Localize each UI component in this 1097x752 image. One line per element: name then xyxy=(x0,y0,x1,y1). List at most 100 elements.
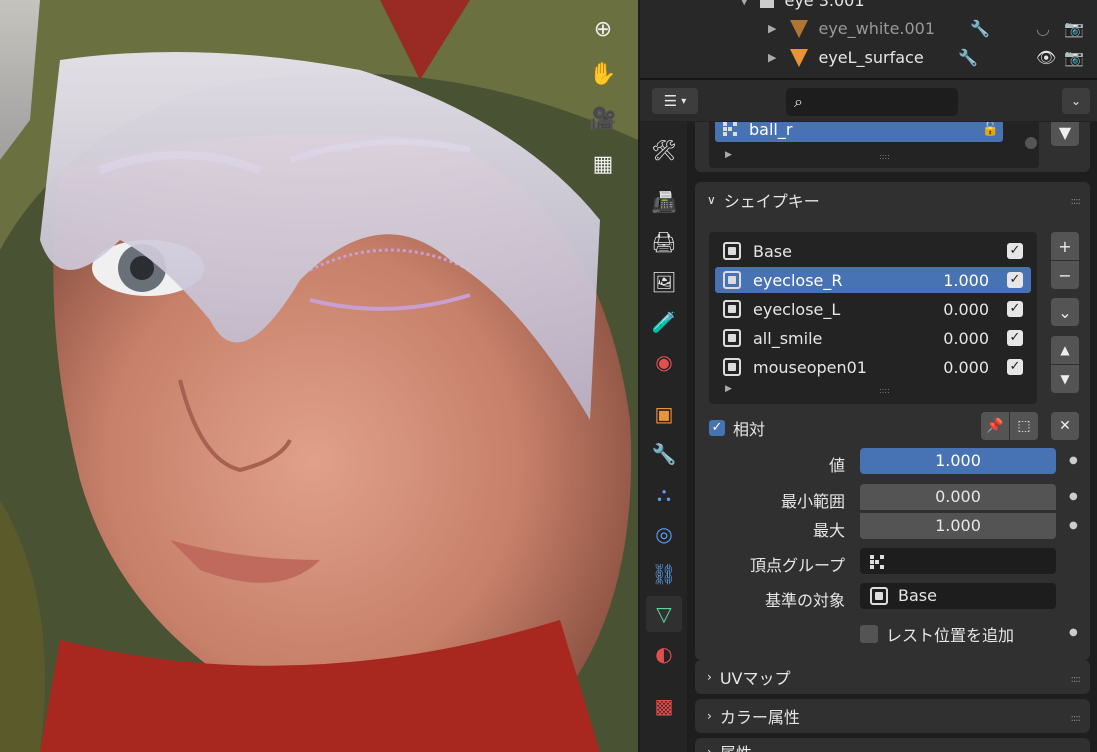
scroll-handle[interactable] xyxy=(1025,137,1037,149)
modifier-tab-icon[interactable]: 🔧 xyxy=(646,436,682,472)
add-rest-position-toggle[interactable]: レスト位置を追加 xyxy=(860,622,1014,646)
resize-grip-icon[interactable]: :::: xyxy=(879,152,890,161)
expand-triangle-icon[interactable]: ▶ xyxy=(725,150,732,160)
hidden-eye-icon[interactable]: ◡ xyxy=(1036,19,1050,38)
max-field[interactable]: 1.000 xyxy=(860,513,1056,539)
shape-key-checkbox[interactable]: ✓ xyxy=(1007,301,1023,317)
shape-key-value[interactable]: 0.000 xyxy=(943,329,989,348)
keyframe-dot-icon[interactable]: ● xyxy=(1069,491,1078,502)
zoom-icon[interactable]: ⊕ xyxy=(584,10,622,48)
shape-key-item-mouseopen01[interactable]: mouseopen01 0.000 ✓ xyxy=(715,354,1031,380)
3d-viewport[interactable]: ⊕ ✋ 🎥 ▦ xyxy=(0,0,638,752)
color-attributes-title: カラー属性 xyxy=(719,708,800,727)
shape-keys-panel: ∨ シェイプキー :::: Base ✓ eyeclose_R 1.000 ✓ … xyxy=(695,182,1090,660)
outliner[interactable]: ▼ eye 3.001 ▶ eye_white.001 🔧 ◡ 📷 ▶ eyeL… xyxy=(640,0,1097,80)
properties-tabs: 🛠 📠 🖨 🖼 🧪 ◉ ▣ 🔧 ⛬ ◎ ⛓ ▽ ◐ ▩ xyxy=(640,122,687,752)
shape-keys-header[interactable]: ∨ シェイプキー :::: xyxy=(695,182,1090,218)
add-shape-key-button[interactable]: + xyxy=(1051,232,1079,260)
vertex-group-item[interactable]: ball_r 🔓 xyxy=(715,122,1003,142)
relative-toggle[interactable]: ✓ 相対 xyxy=(709,416,765,440)
scene-tab-icon[interactable]: 🧪 xyxy=(646,304,682,340)
relative-to-field[interactable]: Base xyxy=(860,583,1056,609)
particles-tab-icon[interactable]: ⛬ xyxy=(646,476,682,512)
shape-key-item-eyeclose-l[interactable]: eyeclose_L 0.000 ✓ xyxy=(715,296,1031,322)
expand-triangle-icon[interactable]: ▶ xyxy=(768,22,776,35)
vertex-group-field[interactable] xyxy=(860,548,1056,574)
shape-key-checkbox[interactable]: ✓ xyxy=(1007,243,1023,259)
outliner-label: eye_white.001 xyxy=(818,19,936,38)
add-rest-position-checkbox[interactable] xyxy=(860,625,878,643)
clear-shape-keys-button[interactable]: ✕ xyxy=(1051,412,1079,440)
search-input[interactable]: ⌕ xyxy=(786,88,958,116)
color-attributes-header[interactable]: › カラー属性 :::: xyxy=(695,699,1090,733)
attributes-header[interactable]: › 属性 xyxy=(695,738,1090,752)
options-dropdown[interactable]: ⌄ xyxy=(1062,88,1090,114)
shape-key-checkbox[interactable]: ✓ xyxy=(1007,330,1023,346)
vertex-group-label: 頂点グループ xyxy=(749,556,845,575)
shape-key-specials-button[interactable]: ⌄ xyxy=(1051,298,1079,326)
shape-key-value[interactable]: 1.000 xyxy=(943,271,989,290)
world-tab-icon[interactable]: ◉ xyxy=(646,344,682,380)
view-layer-tab-icon[interactable]: 🖼 xyxy=(646,264,682,300)
uv-maps-header[interactable]: › UVマップ :::: xyxy=(695,660,1090,694)
grid-glyph: ▦ xyxy=(592,151,614,177)
search-icon: ⌕ xyxy=(794,92,803,111)
outliner-label: eyeL_surface xyxy=(818,48,924,67)
outliner-row[interactable]: ▶ eyeL_surface 🔧 👁 📷 xyxy=(640,43,1097,72)
shape-key-value[interactable]: 0.000 xyxy=(943,358,989,377)
render-tab-icon[interactable]: 📠 xyxy=(646,184,682,220)
relative-checkbox[interactable]: ✓ xyxy=(709,420,725,436)
move-up-button[interactable]: ▲ xyxy=(1051,336,1079,364)
drag-grip-icon[interactable]: :::: xyxy=(1071,713,1082,724)
object-icon xyxy=(760,0,775,8)
shape-key-checkbox[interactable]: ✓ xyxy=(1007,272,1023,288)
physics-tab-icon[interactable]: ◎ xyxy=(646,516,682,552)
min-range-field[interactable]: 0.000 xyxy=(860,484,1056,510)
shape-key-item-eyeclose-r[interactable]: eyeclose_R 1.000 ✓ xyxy=(715,267,1031,293)
relative-to-value: Base xyxy=(898,586,937,605)
camera-icon[interactable]: 🎥 xyxy=(584,100,622,138)
shape-key-item-all-smile[interactable]: all_smile 0.000 ✓ xyxy=(715,325,1031,351)
move-down-button[interactable]: ▼ xyxy=(1051,122,1079,146)
shape-key-checkbox[interactable]: ✓ xyxy=(1007,359,1023,375)
resize-grip-icon[interactable]: :::: xyxy=(879,386,890,395)
editor-type-button[interactable]: ☰ ▾ xyxy=(652,88,698,114)
edit-mode-icon[interactable]: ⬚ xyxy=(1010,412,1038,440)
expand-triangle-icon[interactable]: ▶ xyxy=(725,384,732,394)
data-tab-icon[interactable]: ▽ xyxy=(646,596,682,632)
output-tab-icon[interactable]: 🖨 xyxy=(646,224,682,260)
shape-key-value[interactable]: 0.000 xyxy=(943,300,989,319)
uv-maps-panel[interactable]: › UVマップ :::: xyxy=(695,660,1090,694)
texture-tab-icon[interactable]: ▩ xyxy=(646,688,682,724)
properties-header: ☰ ▾ ⌕ ⌄ xyxy=(640,80,1097,122)
render-camera-icon[interactable]: 📷 xyxy=(1064,19,1084,38)
outliner-row[interactable]: ▼ eye 3.001 xyxy=(640,0,1097,15)
hand-pan-icon[interactable]: ✋ xyxy=(584,55,622,93)
shape-key-list[interactable]: Base ✓ eyeclose_R 1.000 ✓ eyeclose_L 0.0… xyxy=(709,232,1037,404)
constraints-tab-icon[interactable]: ⛓ xyxy=(646,556,682,592)
shape-key-item-base[interactable]: Base ✓ xyxy=(715,238,1031,264)
collapse-triangle-icon[interactable]: ▼ xyxy=(740,0,748,7)
attributes-panel[interactable]: › 属性 xyxy=(695,738,1090,752)
remove-shape-key-button[interactable]: − xyxy=(1051,261,1079,289)
keyframe-dot-icon[interactable]: ● xyxy=(1069,520,1078,531)
outliner-row[interactable]: ▶ eye_white.001 🔧 ◡ 📷 xyxy=(640,14,1097,43)
value-field[interactable]: 1.000 xyxy=(860,448,1056,474)
vertex-group-list[interactable]: ball_r 🔓 ▶ :::: xyxy=(709,122,1039,168)
object-tab-icon[interactable]: ▣ xyxy=(646,396,682,432)
drag-grip-icon[interactable]: :::: xyxy=(1071,674,1082,685)
lock-icon[interactable]: 🔓 xyxy=(982,122,999,137)
keyframe-dot-icon[interactable]: ● xyxy=(1069,627,1078,638)
drag-grip-icon[interactable]: :::: xyxy=(1071,196,1082,207)
color-attributes-panel[interactable]: › カラー属性 :::: xyxy=(695,699,1090,733)
render-camera-icon[interactable]: 📷 xyxy=(1064,48,1084,67)
move-down-button[interactable]: ▼ xyxy=(1051,365,1079,393)
keyframe-dot-icon[interactable]: ● xyxy=(1069,455,1078,466)
material-tab-icon[interactable]: ◐ xyxy=(646,636,682,672)
grid-perspective-icon[interactable]: ▦ xyxy=(584,145,622,183)
chevron-right-icon: › xyxy=(707,670,712,684)
expand-triangle-icon[interactable]: ▶ xyxy=(768,51,776,64)
pin-icon[interactable]: 📌 xyxy=(981,412,1009,440)
tool-tab-icon[interactable]: 🛠 xyxy=(646,132,682,168)
eye-icon[interactable]: 👁 xyxy=(1036,48,1056,67)
